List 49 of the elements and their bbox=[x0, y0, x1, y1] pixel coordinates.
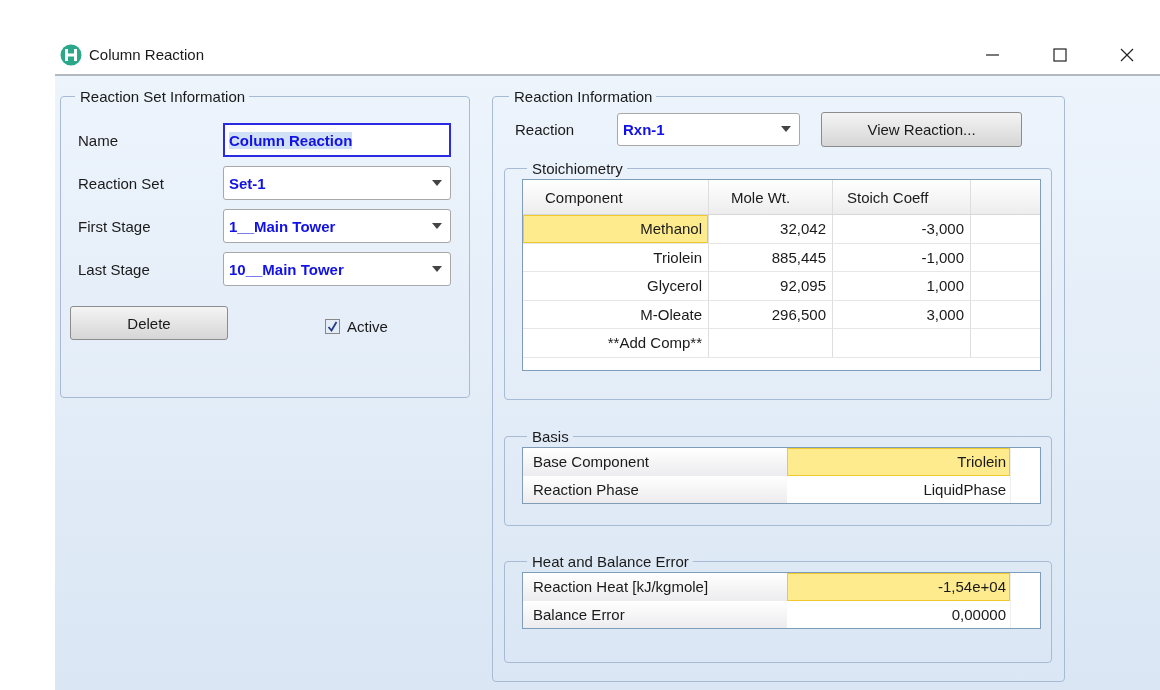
app-logo-icon bbox=[60, 43, 82, 66]
dropdown-caret-icon bbox=[781, 126, 791, 132]
view-reaction-button[interactable]: View Reaction... bbox=[821, 111, 1022, 147]
group-title: Heat and Balance Error bbox=[531, 553, 690, 570]
table-cell: 296,500 bbox=[709, 300, 833, 328]
group-title: Stoichiometry bbox=[531, 160, 624, 177]
window-title: Column Reaction bbox=[89, 46, 205, 63]
table-cell[interactable]: Triolein bbox=[523, 243, 709, 271]
minimize-icon bbox=[986, 53, 999, 56]
text-field[interactable]: Column Reaction bbox=[223, 123, 451, 157]
property-value[interactable]: LiquidPhase bbox=[787, 475, 1010, 503]
table-cell[interactable]: **Add Comp** bbox=[523, 329, 709, 357]
delete-button[interactable]: Delete bbox=[70, 306, 228, 340]
group-title: Reaction Information bbox=[513, 88, 654, 105]
column-header: Component bbox=[523, 180, 709, 214]
group-title: Reaction Set Information bbox=[79, 88, 247, 105]
table-cell[interactable]: Methanol bbox=[523, 215, 709, 243]
table-cell: -1,000 bbox=[833, 243, 971, 271]
checkmark-icon bbox=[327, 320, 338, 332]
field-label: Last Stage bbox=[78, 260, 151, 278]
table-cell: 1,000 bbox=[833, 272, 971, 300]
dropdown[interactable]: 10__Main Tower bbox=[223, 252, 451, 286]
group-title: Basis bbox=[531, 428, 570, 445]
table-cell: 32,042 bbox=[709, 215, 833, 243]
property-value[interactable]: 0,00000 bbox=[787, 600, 1010, 628]
field-label: Reaction Set bbox=[78, 174, 165, 192]
property-value[interactable]: -1,54e+04 bbox=[787, 573, 1010, 601]
checkbox[interactable] bbox=[325, 318, 340, 334]
column-header: Mole Wt. bbox=[709, 180, 833, 214]
dropdown-caret-icon bbox=[432, 266, 442, 272]
table-cell: 92,095 bbox=[709, 272, 833, 300]
table-cell: 885,445 bbox=[709, 243, 833, 271]
column-header: Stoich Coeff bbox=[833, 180, 971, 214]
dropdown-caret-icon bbox=[432, 223, 442, 229]
field-label: Name bbox=[78, 131, 119, 149]
dropdown[interactable]: Set-1 bbox=[223, 166, 451, 200]
field-label: Reaction bbox=[515, 120, 576, 138]
dropdown[interactable]: 1__Main Tower bbox=[223, 209, 451, 243]
dropdown[interactable]: Rxn-1 bbox=[617, 112, 800, 146]
table-cell: -3,000 bbox=[833, 215, 971, 243]
table-cell: 3,000 bbox=[833, 300, 971, 328]
field-label: First Stage bbox=[78, 217, 152, 235]
close-icon bbox=[1119, 47, 1134, 62]
table-cell[interactable]: Glycerol bbox=[523, 272, 709, 300]
table-cell[interactable]: M-Oleate bbox=[523, 300, 709, 328]
property-value[interactable]: Triolein bbox=[787, 448, 1010, 476]
maximize-icon bbox=[1052, 47, 1067, 62]
dropdown-caret-icon bbox=[432, 180, 442, 186]
checkbox-label: Active bbox=[347, 317, 388, 335]
